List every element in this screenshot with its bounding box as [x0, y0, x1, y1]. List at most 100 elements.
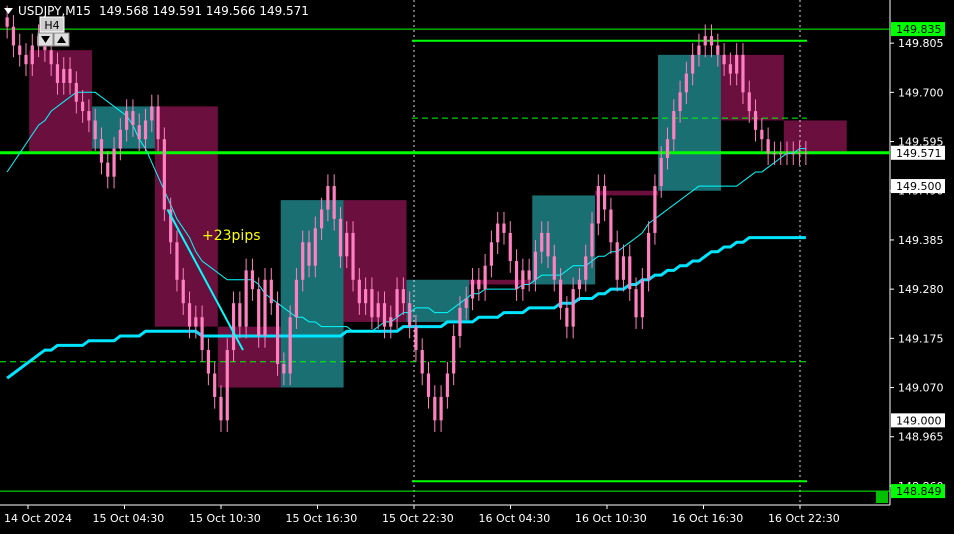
candle-body-57 [364, 289, 368, 304]
candle-body-83 [527, 270, 531, 280]
candle-body-121 [766, 139, 770, 154]
candle-body-86 [546, 232, 550, 257]
candle-body-99 [628, 256, 632, 290]
timeframe-widget[interactable]: H4 [37, 16, 70, 47]
candle-body-42 [269, 279, 273, 304]
x-tick-label-3: 15 Oct 16:30 [286, 512, 358, 525]
candle-body-109 [691, 54, 695, 74]
candle-body-120 [760, 129, 764, 140]
candle-body-36 [231, 303, 236, 351]
candle-body-101 [640, 279, 644, 318]
candle-body-59 [376, 303, 380, 318]
candle-body-34 [219, 396, 223, 421]
htf-box-10 [658, 54, 721, 191]
candle-body-105 [665, 139, 670, 158]
y-tick-label-6: 149.175 [898, 332, 944, 345]
candle-body-11 [74, 82, 78, 102]
candle-body-68 [433, 396, 437, 421]
candle-body-27 [175, 242, 179, 280]
candle-body-1 [11, 26, 16, 46]
candle-body-115 [728, 64, 732, 74]
candle-body-114 [722, 54, 726, 65]
candle-body-80 [508, 232, 512, 262]
candle-body-102 [647, 232, 651, 280]
price-label-3: 149.000 [896, 414, 942, 427]
candle-body-118 [747, 92, 751, 112]
candle-body-103 [653, 186, 657, 233]
candle-body-65 [414, 326, 418, 351]
candle-body-62 [395, 289, 399, 318]
candle-body-123 [779, 153, 783, 155]
candle-body-29 [187, 303, 192, 327]
candle-body-64 [408, 303, 412, 327]
candle-body-17 [112, 148, 116, 177]
candle-body-22 [143, 120, 148, 140]
x-tick-label-7: 16 Oct 16:30 [672, 512, 744, 525]
candle-body-116 [735, 54, 739, 74]
candle-body-63 [401, 289, 405, 304]
candle-body-126 [797, 153, 802, 155]
y-tick-label-8: 148.965 [898, 431, 944, 444]
candle-body-13 [87, 111, 91, 121]
candle-body-14 [93, 120, 97, 140]
y-tick-label-1: 149.700 [898, 86, 944, 99]
candle-body-58 [370, 289, 374, 318]
candle-body-38 [244, 270, 248, 327]
candle-body-18 [118, 129, 122, 149]
candle-body-84 [533, 251, 538, 280]
candle-body-89 [565, 307, 569, 327]
candle-body-56 [357, 279, 361, 304]
price-label-4: 148.849 [896, 485, 942, 498]
candle-body-106 [672, 111, 676, 140]
candle-body-41 [263, 279, 267, 336]
candle-body-92 [584, 256, 588, 280]
candle-body-119 [753, 111, 758, 130]
x-tick-label-6: 16 Oct 10:30 [575, 512, 647, 525]
candle-body-44 [282, 364, 286, 374]
x-tick-label-1: 15 Oct 04:30 [93, 512, 165, 525]
candle-body-67 [426, 373, 431, 397]
candle-body-43 [275, 303, 280, 365]
x-tick-label-8: 16 Oct 22:30 [768, 512, 840, 525]
candle-body-93 [590, 223, 594, 257]
candle-body-25 [162, 139, 166, 210]
candle-body-50 [319, 209, 324, 229]
pips-annotation: +23pips [202, 228, 261, 244]
candle-body-111 [703, 36, 707, 46]
candle-body-81 [514, 261, 519, 290]
candle-body-97 [615, 242, 619, 280]
candle-body-49 [313, 228, 317, 266]
autoscroll-marker[interactable] [876, 491, 888, 503]
price-label-0: 149.835 [896, 23, 942, 36]
candle-body-10 [68, 68, 72, 83]
candle-body-73 [464, 298, 468, 308]
candle-body-87 [552, 256, 556, 280]
candle-body-88 [558, 279, 563, 308]
candle-body-24 [156, 106, 160, 140]
candle-body-90 [571, 289, 575, 327]
price-chart[interactable]: 149.805149.700149.595149.490149.385149.2… [0, 0, 954, 530]
candle-body-53 [338, 218, 343, 257]
candle-body-96 [609, 209, 613, 243]
candle-body-4 [30, 45, 34, 65]
y-tick-label-4: 149.385 [898, 234, 944, 247]
candle-body-98 [621, 256, 626, 280]
candle-body-35 [225, 350, 229, 421]
chart-window[interactable]: 149.805149.700149.595149.490149.385149.2… [0, 0, 954, 530]
y-tick-label-0: 149.805 [898, 37, 944, 50]
x-tick-label-4: 15 Oct 22:30 [382, 512, 454, 525]
candle-body-122 [772, 153, 777, 155]
candle-body-15 [99, 139, 104, 163]
candle-body-9 [62, 68, 66, 83]
candle-body-47 [301, 242, 305, 280]
candle-body-77 [489, 242, 494, 266]
candle-body-7 [49, 50, 53, 65]
chart-background [0, 0, 954, 530]
candle-body-108 [684, 73, 688, 93]
candle-body-74 [470, 279, 475, 299]
timeframe-label: H4 [44, 19, 59, 32]
candle-body-45 [288, 317, 292, 374]
candle-body-76 [483, 265, 487, 290]
candle-body-72 [458, 307, 462, 336]
candle-body-12 [81, 101, 85, 112]
